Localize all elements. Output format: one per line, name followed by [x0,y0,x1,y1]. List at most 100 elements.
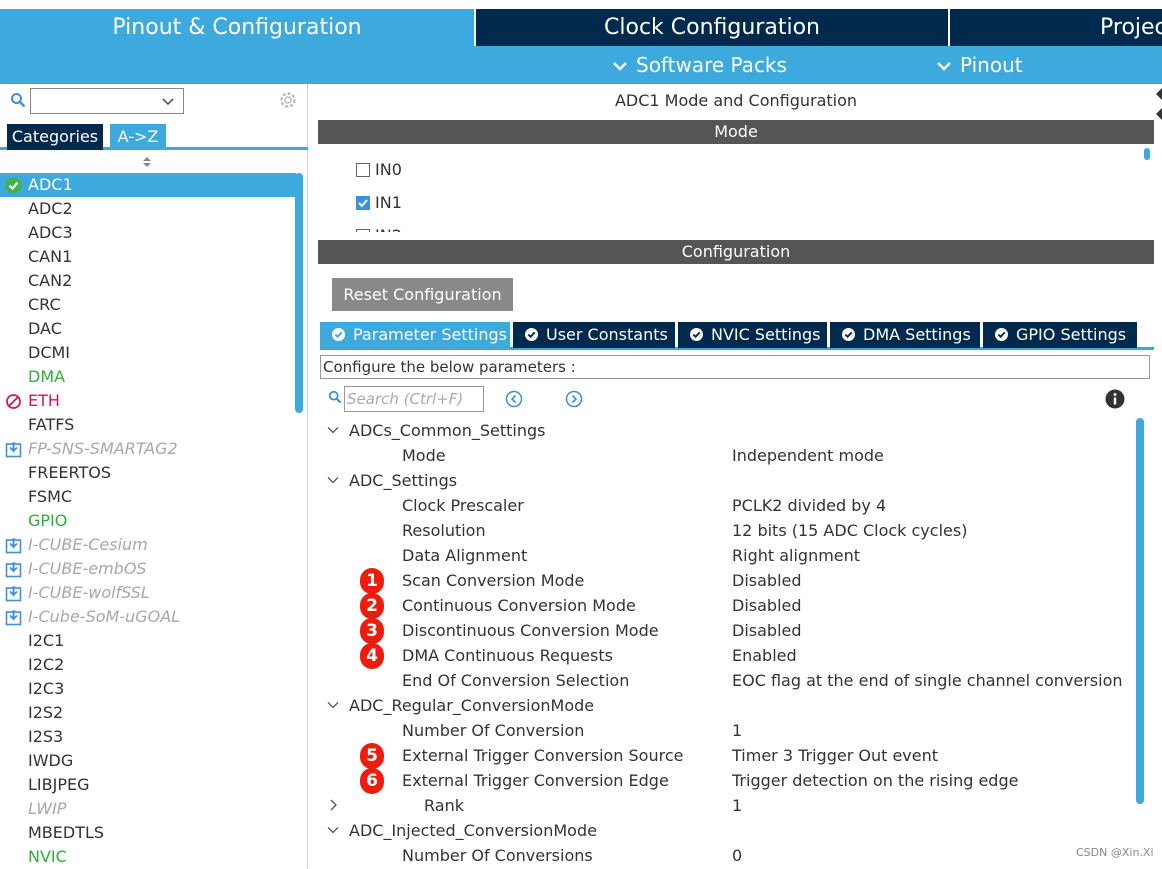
chevron-down-icon[interactable] [326,698,340,712]
peripheral-item-i2s3[interactable]: I2S3 [0,725,296,749]
peripheral-item-i2c3[interactable]: I2C3 [0,677,296,701]
next-match-icon[interactable] [565,390,583,408]
parameter-row-discontinuous-conversion-mode[interactable]: Discontinuous Conversion Mode Disabled [318,618,1138,643]
parameter-row-continuous-conversion-mode[interactable]: Continuous Conversion Mode Disabled [318,593,1138,618]
peripheral-item-i2c2[interactable]: I2C2 [0,653,296,677]
parameter-row-number-of-conversions[interactable]: Number Of Conversions 0 [318,843,1138,868]
software-packs-menu[interactable]: Software Packs [612,46,787,84]
tab-clock-configuration[interactable]: Clock Configuration [476,9,948,46]
collapse-arrow-icon[interactable] [1154,84,1162,124]
tab-a-to-z[interactable]: A->Z [110,124,166,150]
parameter-value[interactable]: 0 [732,843,742,868]
tab-project-manager[interactable]: Project Manager [950,9,1162,46]
parameter-value[interactable]: Trigger detection on the rising edge [732,768,1018,793]
tree-group-adcs-common-settings[interactable]: ADCs_Common_Settings [318,418,1138,443]
peripheral-item-i-cube-embos[interactable]: I-CUBE-embOS [0,557,296,581]
parameter-value[interactable]: Disabled [732,568,802,593]
parameter-search-input[interactable]: Search (Ctrl+F) [344,386,484,412]
parameter-value[interactable]: 1 [732,793,742,818]
peripheral-item-dac[interactable]: DAC [0,317,296,341]
peripheral-item-fatfs[interactable]: FATFS [0,413,296,437]
parameter-value[interactable]: Disabled [732,593,802,618]
peripheral-item-libjpeg[interactable]: LIBJPEG [0,773,296,797]
mode-checkbox-in0[interactable]: IN0 [356,158,402,182]
parameter-row-resolution[interactable]: Resolution 12 bits (15 ADC Clock cycles) [318,518,1138,543]
peripheral-item-nvic[interactable]: NVIC [0,845,296,869]
peripheral-item-adc2[interactable]: ADC2 [0,197,296,221]
parameter-value[interactable]: Right alignment [732,543,860,568]
peripheral-item-i-cube-wolfssl[interactable]: I-CUBE-wolfSSL [0,581,296,605]
tab-gpio-settings[interactable]: GPIO Settings [983,322,1137,348]
chevron-down-icon[interactable] [326,823,340,837]
peripheral-item-dcmi[interactable]: DCMI [0,341,296,365]
parameter-value[interactable]: Independent mode [732,443,884,468]
peripheral-item-adc1[interactable]: ADC1 [0,173,296,197]
parameter-row-external-trigger-conversion-source[interactable]: External Trigger Conversion Source Timer … [318,743,1138,768]
peripheral-item-can1[interactable]: CAN1 [0,245,296,269]
parameter-row-number-of-conversion[interactable]: Number Of Conversion 1 [318,718,1138,743]
gear-icon[interactable] [277,89,299,111]
parameter-value[interactable]: Disabled [732,618,802,643]
tab-categories[interactable]: Categories [7,124,103,150]
peripheral-item-fsmc[interactable]: FSMC [0,485,296,509]
pinout-menu[interactable]: Pinout [936,46,1023,84]
parameter-value[interactable]: Enabled [732,643,797,668]
parameter-value[interactable]: Timer 3 Trigger Out event [732,743,938,768]
peripheral-item-iwdg[interactable]: IWDG [0,749,296,773]
tree-group-adc-settings[interactable]: ADC_Settings [318,468,1138,493]
tree-group-adc-injected-conversionmode[interactable]: ADC_Injected_ConversionMode [318,818,1138,843]
checkbox-unchecked[interactable] [356,229,370,232]
tree-group-adc-regular-conversionmode[interactable]: ADC_Regular_ConversionMode [318,693,1138,718]
parameter-row-dma-continuous-requests[interactable]: DMA Continuous Requests Enabled [318,643,1138,668]
peripheral-item-mbedtls[interactable]: MBEDTLS [0,821,296,845]
parameter-row-scan-conversion-mode[interactable]: Scan Conversion Mode Disabled [318,568,1138,593]
parameter-value[interactable]: PCLK2 divided by 4 [732,493,886,518]
parameter-value[interactable]: 1 [732,718,742,743]
peripheral-item-fp-sns-smartag2[interactable]: FP-SNS-SMARTAG2 [0,437,296,461]
parameter-row-data-alignment[interactable]: Data Alignment Right alignment [318,543,1138,568]
peripheral-list-scrollbar[interactable] [295,173,303,413]
mode-scrollbar[interactable] [1144,148,1150,160]
peripheral-item-adc3[interactable]: ADC3 [0,221,296,245]
peripheral-item-i-cube-som-ugoal[interactable]: I-Cube-SoM-uGOAL [0,605,296,629]
peripheral-item-label: CAN2 [28,271,73,290]
check-circle-icon [995,328,1008,341]
peripheral-item-i-cube-cesium[interactable]: I-CUBE-Cesium [0,533,296,557]
parameter-row-end-of-conversion-selection[interactable]: End Of Conversion Selection EOC flag at t… [318,668,1138,693]
peripheral-item-gpio[interactable]: GPIO [0,509,296,533]
checkbox-unchecked[interactable] [356,163,370,177]
previous-match-icon[interactable] [505,390,523,408]
peripheral-item-can2[interactable]: CAN2 [0,269,296,293]
peripheral-item-lwip[interactable]: LWIP [0,797,296,821]
peripheral-item-dma[interactable]: DMA [0,365,296,389]
parameter-row-clock-prescaler[interactable]: Clock Prescaler PCLK2 divided by 4 [318,493,1138,518]
peripheral-search-row [0,84,308,120]
peripheral-item-eth[interactable]: ETH [0,389,296,413]
tab-dma-settings[interactable]: DMA Settings [830,322,980,348]
tab-nvic-settings[interactable]: NVIC Settings [678,322,827,348]
parameter-row-mode[interactable]: Mode Independent mode [318,443,1138,468]
chevron-down-icon[interactable] [326,473,340,487]
info-icon[interactable] [1105,389,1125,409]
tree-subgroup-rank[interactable]: Rank 1 [318,793,1138,818]
tab-parameter-settings[interactable]: Parameter Settings [320,322,510,348]
peripheral-item-i2c1[interactable]: I2C1 [0,629,296,653]
mode-checkbox-in1[interactable]: IN1 [356,191,402,215]
sort-arrows-icon[interactable] [140,155,154,169]
mode-checkbox-in2[interactable]: IN2 [356,224,402,232]
peripheral-item-i2s2[interactable]: I2S2 [0,701,296,725]
peripheral-item-freertos[interactable]: FREERTOS [0,461,296,485]
parameter-row-external-trigger-conversion-edge[interactable]: External Trigger Conversion Edge Trigger … [318,768,1138,793]
chevron-down-icon[interactable] [161,95,175,109]
checkbox-checked[interactable] [356,196,370,210]
chevron-right-icon[interactable] [326,798,340,812]
parameter-tree-scrollbar[interactable] [1136,418,1144,804]
parameter-value[interactable]: 12 bits (15 ADC Clock cycles) [732,518,967,543]
peripheral-item-crc[interactable]: CRC [0,293,296,317]
chevron-down-icon[interactable] [326,423,340,437]
reset-configuration-button[interactable]: Reset Configuration [332,278,513,311]
parameter-value[interactable]: EOC flag at the end of single channel co… [732,668,1123,693]
tab-user-constants[interactable]: User Constants [513,322,675,348]
tab-pinout-configuration[interactable]: Pinout & Configuration [0,9,474,46]
peripheral-item-label: FATFS [28,415,75,434]
